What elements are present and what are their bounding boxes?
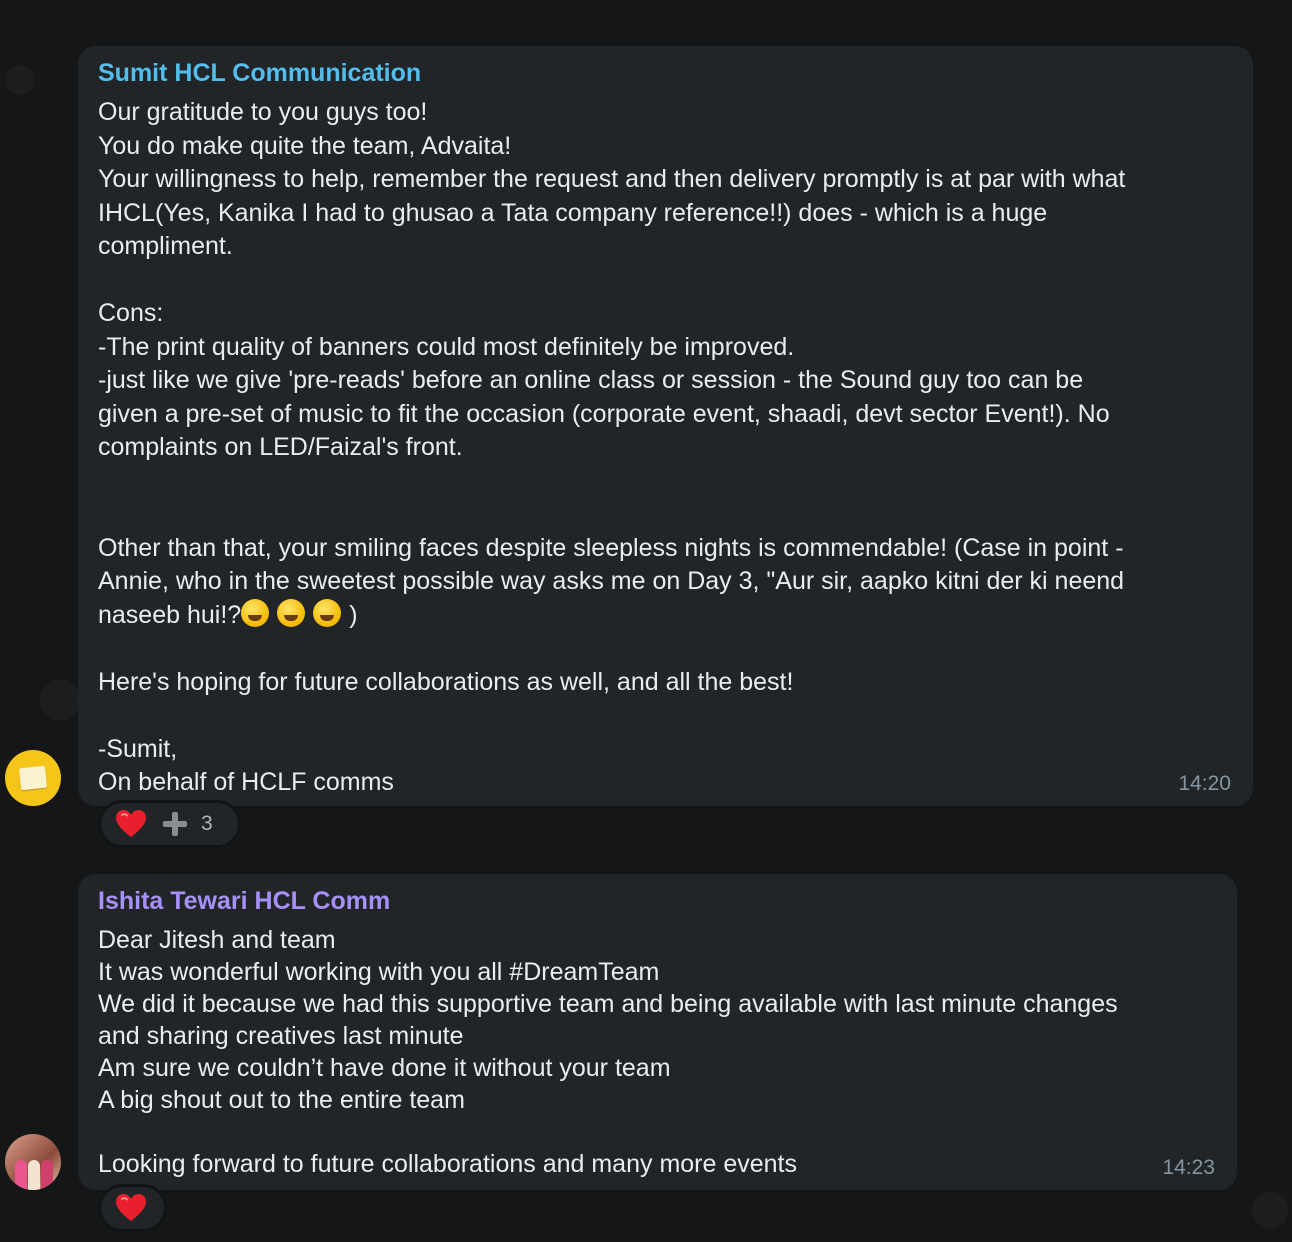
message-line <box>98 632 1233 666</box>
message-line: Here's hoping for future collaborations … <box>98 667 794 696</box>
message-text: Dear Jitesh and team It was wonderful wo… <box>98 924 1217 1180</box>
message-line: On behalf of HCLF comms <box>98 768 394 796</box>
avatar-photo-figure <box>41 1160 53 1190</box>
heart-icon <box>115 1193 147 1223</box>
message-bubble[interactable]: Ishita Tewari HCL Comm Dear Jitesh and t… <box>78 874 1237 1190</box>
rolling-laughing-emoji <box>313 598 342 627</box>
message-line: Looking forward to future collaborations… <box>98 1150 797 1178</box>
message-line-suffix: ) <box>349 600 358 629</box>
message-line: Dear Jitesh and team <box>98 926 336 954</box>
message-bubble[interactable]: Sumit HCL Communication Our gratitude to… <box>78 46 1253 806</box>
message-line: It was wonderful working with you all #D… <box>98 958 660 986</box>
message-line-with-emojis: naseeb hui!?) <box>98 598 1233 633</box>
message-line <box>98 465 1233 499</box>
sender-name[interactable]: Ishita Tewari HCL Comm <box>98 886 1217 916</box>
sender-avatar[interactable] <box>5 750 61 806</box>
sender-name[interactable]: Sumit HCL Communication <box>98 58 1233 88</box>
reaction-count: 3 <box>201 812 213 835</box>
avatar-photo-figure <box>28 1160 40 1190</box>
message-line <box>98 1116 1217 1148</box>
message-line: -Sumit, <box>98 734 178 763</box>
message-timestamp: 14:23 <box>1162 1156 1215 1179</box>
message-text: Our gratitude to you guys too! You do ma… <box>98 96 1233 800</box>
message-line: Am sure we couldn’t have done it without… <box>98 1054 671 1082</box>
message-line-text: naseeb hui!? <box>98 600 242 629</box>
message-line: IHCL(Yes, Kanika I had to ghusao a Tata … <box>98 198 1048 227</box>
plus-icon <box>163 812 187 836</box>
reaction-bar[interactable] <box>98 1184 167 1232</box>
avatar-photo-figure <box>15 1160 27 1190</box>
message-line <box>98 264 1233 298</box>
loudly-crying-emoji <box>277 598 306 627</box>
message-line: compliment. <box>98 232 233 260</box>
message-line: You do make quite the team, Advaita! <box>98 131 512 160</box>
heart-icon <box>115 809 147 839</box>
message-line: and sharing creatives last minute <box>98 1022 464 1050</box>
message-line: Your willingness to help, remember the r… <box>98 165 1126 193</box>
message-line: Cons: <box>98 299 164 327</box>
message-line: complaints on LED/Faizal's front. <box>98 433 463 461</box>
sticky-note-icon <box>18 765 48 791</box>
reaction-bar[interactable]: 3 <box>98 800 241 848</box>
message-line: -The print quality of banners could most… <box>98 332 795 361</box>
message-line: given a pre-set of music to fit the occa… <box>98 399 1110 428</box>
message-timestamp: 14:20 <box>1178 772 1231 795</box>
message-line: A big shout out to the entire team <box>98 1086 465 1114</box>
message-line <box>98 498 1233 532</box>
message-line: We did it because we had this supportive… <box>98 990 1118 1018</box>
message-line: -just like we give 'pre-reads' before an… <box>98 366 1084 394</box>
message-line: Our gratitude to you guys too! <box>98 98 428 126</box>
message-line <box>98 699 1233 733</box>
grinning-sweat-emoji <box>241 598 270 627</box>
message-line: Annie, who in the sweetest possible way … <box>98 567 1125 595</box>
sender-avatar[interactable] <box>5 1134 61 1190</box>
message-line: Other than that, your smiling faces desp… <box>98 533 1124 562</box>
